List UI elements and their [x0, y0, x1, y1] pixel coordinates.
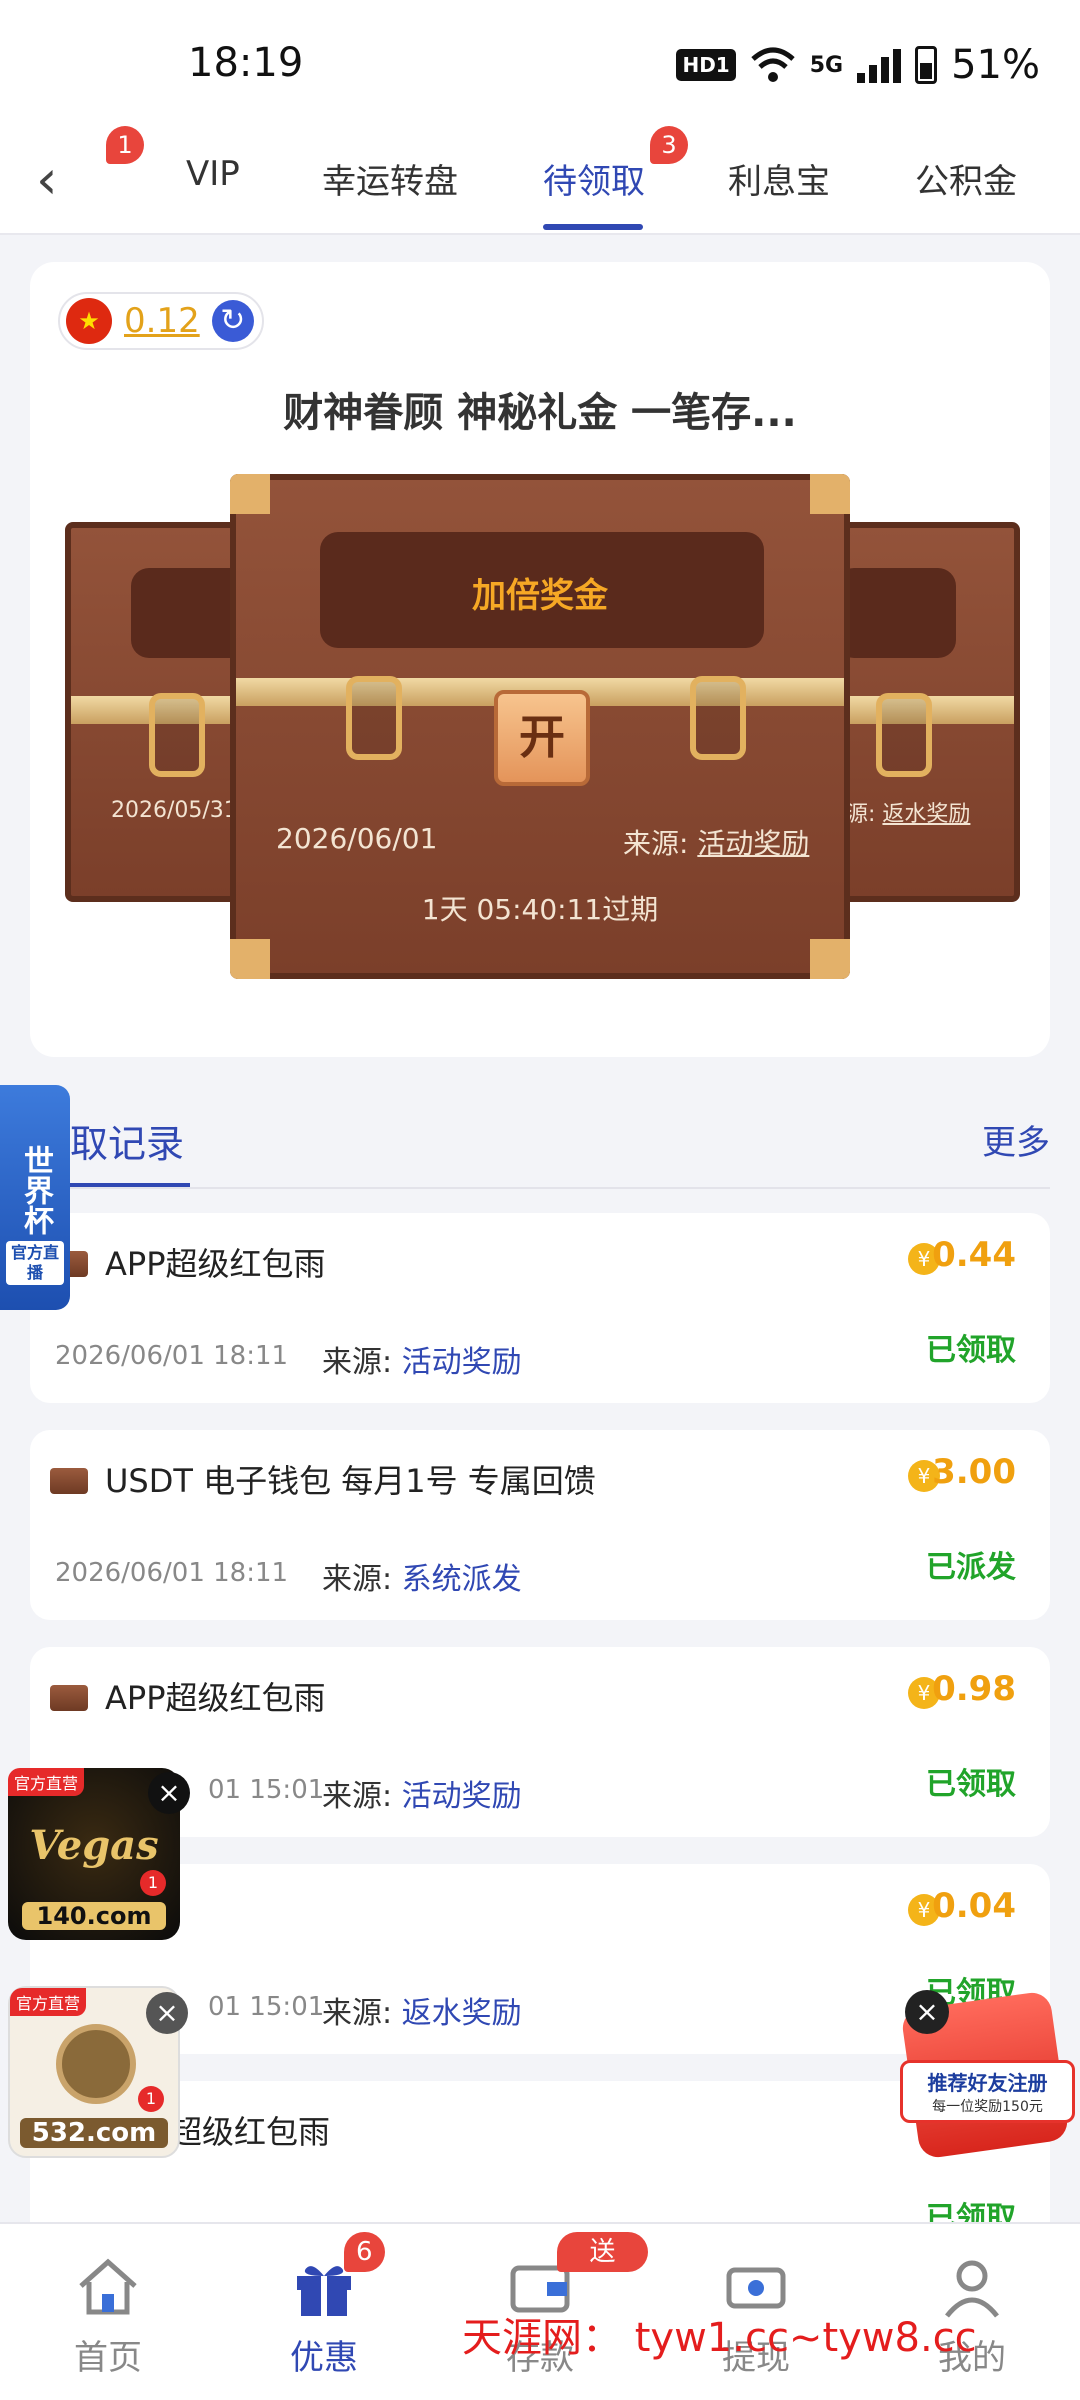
more-link[interactable]: 更多 [982, 1115, 1050, 1164]
record-date: 01 15:01 [208, 1992, 325, 2022]
top-tab-bar: ‹ 1 VIP 幸运转盘 待领取 3 利息宝 公积金 [0, 126, 1080, 235]
lock-icon [876, 693, 932, 777]
record-date: 2026/06/01 18:11 [55, 1341, 289, 1371]
world-cup-widget[interactable]: 世界杯 官方直播 [0, 1085, 70, 1310]
vegas-ad[interactable]: 官方直营 Vegas 140.com 1 × [8, 1768, 190, 1940]
tab-vip[interactable]: VIP [186, 154, 240, 194]
vegas-logo: Vegas [29, 1822, 159, 1869]
ad-tag: 官方直营 [10, 1988, 87, 2016]
world-cup-title: 世界杯 [18, 1145, 53, 1235]
record-title: APP超级红包雨 [105, 1679, 326, 1717]
chest-expire: 1天 05:40:11过期 [421, 893, 659, 926]
home-icon [79, 2258, 137, 2315]
status-bar: 18:19 HD1 5G 51% [0, 0, 1080, 130]
close-icon[interactable]: × [148, 1772, 190, 1814]
chest-corner [810, 474, 850, 514]
network-label: 5G [809, 52, 844, 78]
nav-home[interactable]: 首页 [0, 2224, 216, 2400]
chest-corner [230, 939, 270, 979]
china-flag-icon: ★ [66, 298, 112, 344]
ad-url: 140.com [22, 1902, 166, 1930]
records-header: 取记录 更多 [0, 1085, 1080, 1190]
gift-card: ★ 0.12 ↻ 财神眷顾 神秘礼金 一笔存... 2026/05/31 源: … [30, 262, 1050, 1057]
tab-pending[interactable]: 待领取 [543, 154, 645, 203]
chest-corner [230, 474, 270, 514]
ad-badge: 1 [138, 2086, 164, 2112]
gift-chest-main[interactable]: 加倍奖金 开 2026/06/01 来源: 活动奖励 1天 05:40:11过期 [230, 474, 850, 979]
chest-date: 2026/05/31 [111, 798, 238, 823]
back-icon[interactable]: ‹ [36, 148, 58, 211]
chest-icon [50, 1468, 88, 1494]
balance-pill: ★ 0.12 ↻ [58, 292, 264, 350]
record-amount: 3.00 [932, 1452, 1016, 1492]
nav-promotions[interactable]: 优惠 6 [216, 2224, 432, 2400]
532-ad[interactable]: 官方直营 532.com 1 × [8, 1986, 188, 2158]
invite-banner: 推荐好友注册 每一位奖励150元 [900, 2060, 1075, 2123]
brand-emblem-icon [56, 2024, 136, 2104]
close-icon[interactable]: × [905, 1990, 949, 2034]
chest-source-link[interactable]: 活动奖励 [697, 827, 809, 860]
battery-level: 51% [951, 42, 1040, 88]
hd-icon: HD1 [676, 49, 736, 81]
ad-tag: 官方直营 [8, 1768, 85, 1796]
record-date: 01 15:01 [208, 1775, 325, 1805]
divider [60, 1187, 1050, 1189]
record-status: 已领取 [926, 1333, 1016, 1368]
tab-lucky-wheel[interactable]: 幸运转盘 [322, 154, 458, 203]
lock-icon [149, 693, 205, 777]
ad-url: 532.com [20, 2118, 168, 2148]
record-source: 来源: 活动奖励 [322, 1779, 522, 1814]
battery-icon [915, 46, 938, 84]
gift-title: 财神眷顾 神秘礼金 一笔存... [283, 390, 797, 436]
ad-badge: 1 [140, 1870, 166, 1896]
chest-icon [50, 1685, 88, 1711]
wifi-icon [751, 47, 795, 82]
record-title: 超级红包雨 [170, 2113, 331, 2151]
records-title[interactable]: 取记录 [70, 1113, 184, 1168]
record-card[interactable]: USDT 电子钱包 每月1号 专属回馈 ¥ 3.00 2026/06/01 18… [30, 1430, 1050, 1620]
nav-badge: 送3% [557, 2232, 648, 2307]
record-title: USDT 电子钱包 每月1号 专属回馈 [105, 1462, 596, 1500]
active-tab-indicator [543, 224, 643, 230]
record-source: 来源: 返水奖励 [322, 1996, 522, 2031]
tab-fund[interactable]: 公积金 [915, 154, 1017, 203]
chest-source: 来源: 活动奖励 [623, 827, 810, 860]
nav-label: 首页 [74, 2338, 142, 2378]
status-time: 18:19 [188, 40, 304, 86]
watermark: 天涯网： tyw1.cc~tyw8.cc [462, 2315, 977, 2361]
invite-friends-widget[interactable]: 推荐好友注册 每一位奖励150元 × [900, 1990, 1075, 2165]
record-source: 来源: 活动奖励 [322, 1345, 522, 1380]
record-card[interactable]: APP超级红包雨 ¥ 0.44 2026/06/01 18:11 来源: 活动奖… [30, 1213, 1050, 1403]
gift-chest-right[interactable]: 源: 返水奖励 [820, 522, 1020, 902]
record-amount: 0.04 [932, 1886, 1016, 1926]
nav-badge: 6 [344, 2232, 385, 2272]
tab-interest[interactable]: 利息宝 [728, 154, 830, 203]
record-title: APP超级红包雨 [105, 1245, 326, 1283]
chest-source: 源: 返水奖励 [846, 802, 971, 827]
lock-icon [346, 676, 402, 760]
world-cup-sub: 官方直播 [6, 1241, 64, 1285]
signal-icon [857, 47, 902, 83]
nav-label: 优惠 [290, 2338, 358, 2378]
vip-badge: 1 [106, 126, 144, 164]
lock-icon [690, 676, 746, 760]
refresh-icon[interactable]: ↻ [211, 300, 254, 342]
status-icons: HD1 5G 51% [676, 42, 1040, 88]
double-bonus-label: 加倍奖金 [472, 576, 608, 616]
record-status: 已领取 [926, 1767, 1016, 1802]
record-status: 已派发 [926, 1550, 1016, 1585]
pending-badge: 3 [650, 126, 688, 164]
open-chest-button[interactable]: 开 [494, 690, 590, 786]
chest-date: 2026/06/01 [276, 822, 438, 855]
record-source: 来源: 系统派发 [322, 1562, 522, 1597]
close-icon[interactable]: × [146, 1992, 188, 2034]
record-date: 2026/06/01 18:11 [55, 1558, 289, 1588]
record-amount: 0.44 [932, 1235, 1016, 1275]
record-amount: 0.98 [932, 1669, 1016, 1709]
chest-corner [810, 939, 850, 979]
balance-amount[interactable]: 0.12 [124, 301, 200, 341]
chest-plate [836, 568, 956, 658]
